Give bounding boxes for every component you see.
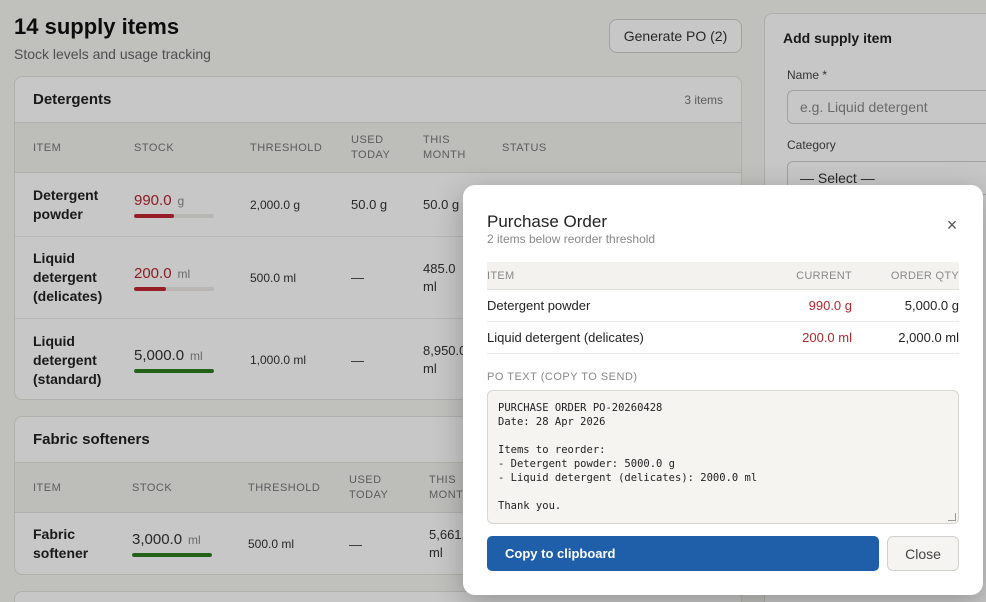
resize-handle-icon[interactable]	[948, 513, 956, 521]
close-button[interactable]: Close	[887, 536, 959, 571]
copy-to-clipboard-button[interactable]: Copy to clipboard	[487, 536, 879, 571]
po-text-area[interactable]: PURCHASE ORDER PO-20260428 Date: 28 Apr …	[487, 390, 959, 524]
modal-subtitle: 2 items below reorder threshold	[487, 232, 656, 246]
po-row: Detergent powder 990.0 g 5,000.0 g	[487, 290, 959, 322]
po-item-name: Detergent powder	[487, 298, 591, 313]
po-current-stock: 990.0 g	[808, 298, 852, 313]
po-item-name: Liquid detergent (delicates)	[487, 330, 644, 345]
po-text-label: PO TEXT (COPY TO SEND)	[487, 371, 638, 383]
po-current-stock: 200.0 ml	[802, 330, 852, 345]
modal-title: Purchase Order	[487, 212, 607, 231]
po-row: Liquid detergent (delicates) 200.0 ml 2,…	[487, 322, 959, 354]
po-table: ITEM CURRENT ORDER QTY Detergent powder …	[487, 262, 959, 354]
po-column-current: CURRENT	[796, 269, 852, 282]
po-column-item: ITEM	[487, 269, 515, 282]
po-order-qty: 5,000.0 g	[904, 298, 959, 313]
po-order-qty: 2,000.0 ml	[898, 330, 959, 345]
po-table-header: ITEM CURRENT ORDER QTY	[487, 262, 959, 290]
close-icon[interactable]: ×	[943, 215, 961, 235]
po-column-order-qty: ORDER QTY	[890, 269, 959, 282]
purchase-order-modal: Purchase Order 2 items below reorder thr…	[463, 185, 983, 595]
